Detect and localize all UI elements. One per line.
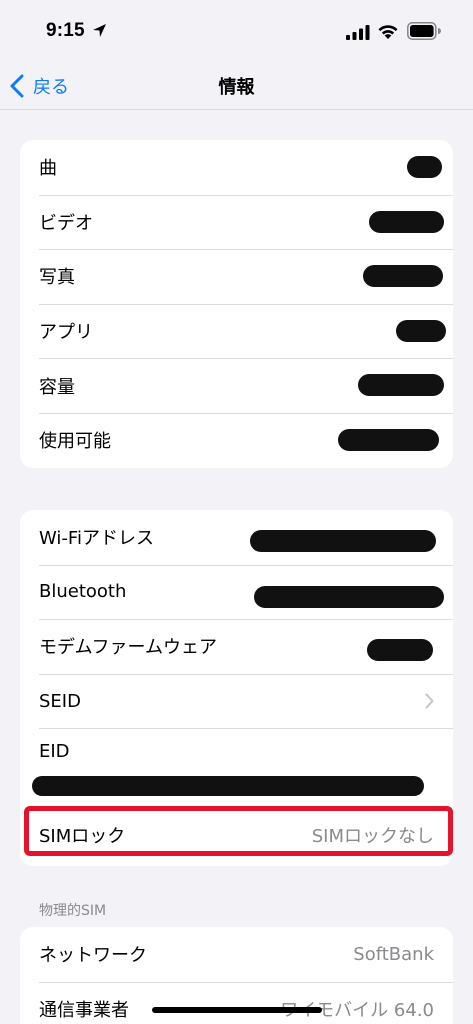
carrier-row: 通信事業者 ワイモバイル 64.0 — [20, 981, 453, 1024]
media-info-group: 曲 ビデオ 写真 アプリ 容量 使用可能 — [20, 140, 453, 468]
row-label: ネットワーク — [39, 945, 147, 967]
page-title: 情報 — [218, 77, 255, 98]
network-row: ネットワーク SoftBank — [20, 927, 453, 982]
redacted-value — [396, 319, 446, 342]
redacted-value — [363, 265, 443, 288]
row-label: モデムファームウェア — [39, 637, 218, 659]
cellular-signal-icon — [346, 25, 370, 40]
section-header-physical-sim: 物理的SIM — [39, 903, 107, 919]
redacted-value — [367, 639, 433, 662]
redacted-value — [254, 585, 444, 608]
network-info-group: Wi-Fiアドレス Bluetooth モデムファームウェア SEID EID … — [20, 510, 453, 866]
row-label: SEID — [39, 690, 81, 712]
capacity-row: 容量 — [20, 358, 453, 413]
row-label: EID — [39, 741, 70, 763]
status-time: 9:15 — [46, 20, 85, 41]
redacted-value — [407, 156, 442, 178]
row-label: 通信事業者 — [39, 999, 129, 1021]
redacted-value — [32, 776, 424, 797]
wifi-icon — [378, 25, 398, 39]
row-label: 容量 — [39, 376, 75, 398]
navigation-bar: 戻る 情報 — [0, 62, 473, 110]
sim-lock-value: SIMロックなし — [311, 826, 434, 848]
modem-firmware-row: モデムファームウェア — [20, 619, 453, 674]
apps-row: アプリ — [20, 303, 453, 359]
eid-row: EID — [20, 728, 453, 810]
row-label: SIMロック — [39, 826, 126, 848]
sim-lock-row: SIMロック SIMロックなし — [20, 810, 453, 860]
home-indicator[interactable] — [152, 1007, 322, 1013]
status-bar: 9:15 — [0, 0, 473, 62]
location-arrow-icon — [93, 24, 106, 37]
seid-row[interactable]: SEID — [20, 673, 453, 729]
redacted-value — [369, 210, 444, 233]
wifi-address-row: Wi-Fiアドレス — [20, 510, 453, 565]
available-row: 使用可能 — [20, 412, 453, 468]
row-label: 使用可能 — [39, 431, 111, 453]
songs-row: 曲 — [20, 140, 453, 195]
photos-row: 写真 — [20, 249, 453, 304]
redacted-value — [358, 374, 444, 397]
row-label: 曲 — [39, 158, 57, 180]
row-label: Wi-Fiアドレス — [39, 528, 154, 550]
redacted-value — [338, 428, 439, 451]
battery-icon — [407, 22, 441, 40]
row-label: Bluetooth — [39, 581, 127, 603]
row-label: 写真 — [39, 267, 75, 289]
network-value: SoftBank — [353, 943, 434, 965]
row-label: アプリ — [39, 322, 93, 344]
chevron-right-icon — [425, 693, 434, 709]
videos-row: ビデオ — [20, 194, 453, 250]
redacted-value — [250, 530, 436, 552]
bluetooth-row: Bluetooth — [20, 564, 453, 620]
row-label: ビデオ — [39, 212, 93, 234]
